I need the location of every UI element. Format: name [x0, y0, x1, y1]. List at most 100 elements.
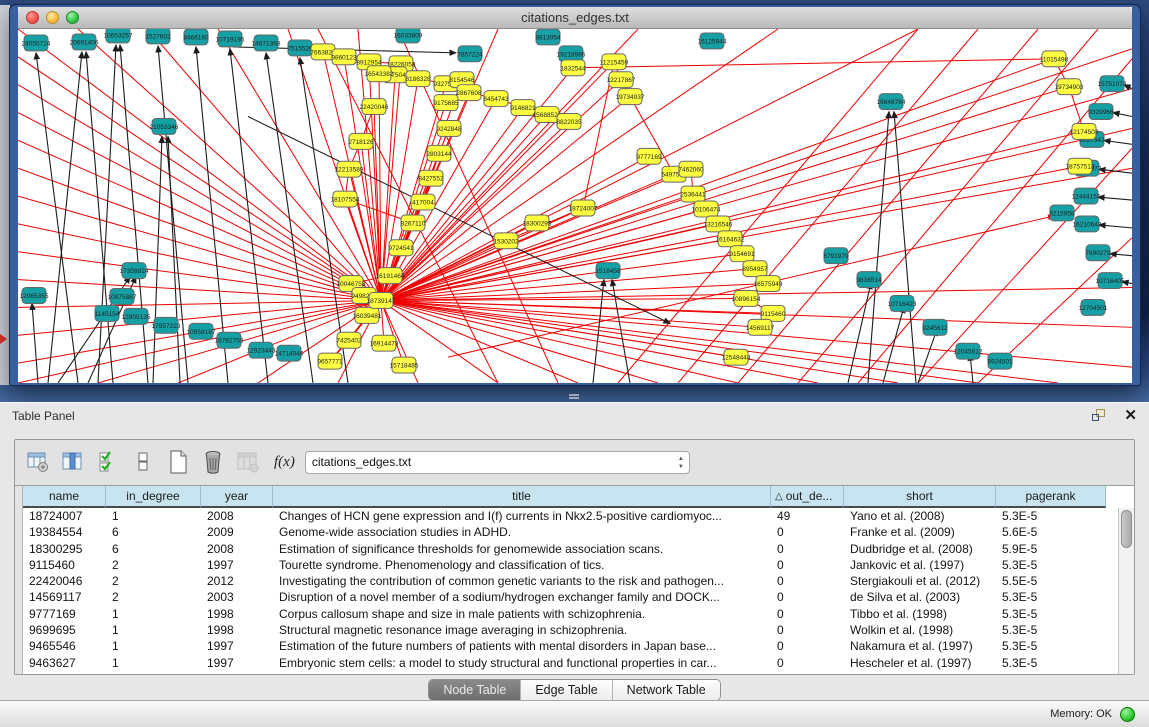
graph-node[interactable]: 9329966: [1088, 104, 1114, 120]
zoom-window-icon[interactable]: [66, 11, 79, 24]
graph-node[interactable]: 7515526: [287, 40, 313, 56]
column-header-pagerank[interactable]: pagerank: [996, 486, 1106, 508]
graph-node[interactable]: 8186328: [405, 71, 431, 87]
graph-node[interactable]: 2867608: [456, 85, 482, 101]
graph-node[interactable]: 8813054: [535, 29, 561, 45]
graph-node[interactable]: 16191464: [376, 268, 405, 284]
memory-ok-indicator-icon[interactable]: [1120, 707, 1135, 722]
graph-node[interactable]: 6791979: [823, 248, 849, 264]
graph-node[interactable]: 11215459: [600, 54, 629, 70]
graph-node[interactable]: 14569117: [746, 319, 775, 335]
float-panel-icon[interactable]: [1092, 409, 1108, 423]
graph-node[interactable]: 7690279: [1085, 245, 1111, 261]
graph-node[interactable]: 15751074: [1098, 76, 1127, 92]
panel-splitter-handle[interactable]: [567, 393, 581, 401]
graph-node[interactable]: 10958187: [187, 323, 216, 339]
graph-node[interactable]: 9245612: [922, 319, 948, 335]
graph-node[interactable]: 9242848: [436, 120, 462, 136]
graph-node[interactable]: 7857224: [457, 46, 483, 62]
column-header-year[interactable]: year: [201, 486, 273, 508]
graph-node[interactable]: 16039481: [353, 307, 382, 323]
show-columns-icon[interactable]: [60, 449, 86, 475]
graph-node[interactable]: 9860123: [331, 49, 357, 65]
graph-node[interactable]: 17359924: [120, 263, 149, 279]
select-rows-icon[interactable]: [95, 449, 121, 475]
delete-table-icon[interactable]: [235, 449, 261, 475]
graph-node[interactable]: 8466160: [183, 29, 209, 45]
graph-node[interactable]: 10716423: [888, 295, 917, 311]
graph-node[interactable]: 16575949: [754, 276, 783, 292]
close-panel-icon[interactable]: ✕: [1124, 409, 1137, 423]
graph-node[interactable]: 18739147: [367, 293, 396, 309]
graph-node[interactable]: 2718126: [348, 133, 374, 149]
graph-node[interactable]: 14714046: [275, 345, 304, 361]
table-row[interactable]: 1830029562008Estimation of significance …: [23, 541, 1116, 557]
window-titlebar[interactable]: citations_edges.txt: [18, 7, 1132, 29]
graph-node[interactable]: 8454743: [483, 91, 509, 107]
graph-node[interactable]: 17957223: [152, 317, 181, 333]
graph-node[interactable]: 10106474: [692, 201, 721, 217]
graph-node[interactable]: 2803144: [426, 145, 452, 161]
graph-node[interactable]: 10896154: [732, 291, 761, 307]
table-row[interactable]: 1938455462009Genome-wide association stu…: [23, 524, 1116, 540]
table-row[interactable]: 911546021997Tourette syndrome. Phenomeno…: [23, 557, 1116, 573]
tab-node-table[interactable]: Node Table: [429, 680, 521, 700]
graph-node[interactable]: 9777169: [636, 148, 662, 164]
graph-node[interactable]: 9657771: [317, 353, 343, 369]
graph-node[interactable]: 13216546: [704, 216, 733, 232]
graph-node[interactable]: 7462060: [678, 161, 704, 177]
trash-icon[interactable]: [200, 449, 226, 475]
column-header-in_degree[interactable]: in_degree: [106, 486, 201, 508]
graph-node[interactable]: 16648784: [877, 94, 906, 110]
graph-node[interactable]: 1145154: [95, 305, 120, 321]
table-row[interactable]: 2242004622012Investigating the contribut…: [23, 573, 1116, 589]
table-options-icon[interactable]: [25, 449, 51, 475]
function-builder-icon[interactable]: f(x): [274, 454, 295, 471]
graph-node[interactable]: 12548444: [722, 349, 751, 365]
graph-node[interactable]: 18300295: [523, 215, 552, 231]
graph-node[interactable]: 8215958: [1049, 205, 1075, 221]
graph-node[interactable]: 12704501: [1079, 299, 1108, 315]
graph-node[interactable]: 1530202: [493, 233, 519, 249]
graph-node[interactable]: 12905135: [122, 308, 151, 324]
graph-node[interactable]: 14671368: [252, 35, 281, 51]
graph-node[interactable]: 11015498: [1040, 51, 1069, 67]
graph-node[interactable]: 12045612: [954, 343, 983, 359]
table-selector-dropdown[interactable]: citations_edges.txt ▲▼: [305, 451, 690, 474]
graph-node[interactable]: 8954957: [742, 261, 768, 277]
table-row[interactable]: 946362711997Embryonic stem cells: a mode…: [23, 655, 1116, 671]
graph-node[interactable]: 12213589: [335, 161, 364, 177]
graph-node[interactable]: 2536441: [680, 186, 706, 202]
graph-node[interactable]: 10716405: [1096, 273, 1125, 289]
network-view-canvas[interactable]: 2405572420691406106532571527602846616010…: [18, 29, 1132, 383]
minimize-window-icon[interactable]: [46, 11, 59, 24]
tab-edge-table[interactable]: Edge Table: [521, 680, 612, 700]
graph-node[interactable]: 18107554: [331, 191, 360, 207]
graph-node[interactable]: 417004: [411, 194, 435, 210]
graph-node[interactable]: 10719195: [216, 31, 245, 47]
table-row[interactable]: 977716911998Corpus callosum shape and si…: [23, 606, 1116, 622]
table-row[interactable]: 969969511998Structural magnetic resonanc…: [23, 622, 1116, 638]
graph-node[interactable]: 18757513: [1066, 158, 1095, 174]
graph-node[interactable]: 20691406: [70, 34, 99, 50]
column-header-short[interactable]: short: [844, 486, 996, 508]
graph-node[interactable]: 8267110: [401, 215, 426, 231]
rows-icon[interactable]: [130, 449, 156, 475]
new-document-icon[interactable]: [165, 449, 191, 475]
graph-node[interactable]: 21053346: [150, 118, 179, 134]
graph-node[interactable]: 16164632: [716, 231, 745, 247]
graph-node[interactable]: 8924501: [987, 353, 1013, 369]
column-header-title[interactable]: title: [273, 486, 771, 508]
column-header-name[interactable]: name: [23, 486, 106, 508]
table-row[interactable]: 946554611997Estimation of the future num…: [23, 638, 1116, 654]
graph-node[interactable]: 16125944: [698, 33, 727, 49]
graph-node[interactable]: 19734903: [1055, 79, 1084, 95]
graph-node[interactable]: 16210643: [1073, 216, 1102, 232]
graph-node[interactable]: 16033809: [394, 29, 423, 43]
graph-node[interactable]: 15718485: [390, 357, 419, 373]
graph-node[interactable]: 16914479: [370, 335, 399, 351]
graph-node[interactable]: 9836514: [856, 272, 882, 288]
graph-node[interactable]: 12217867: [607, 72, 636, 88]
graph-node[interactable]: 10653257: [104, 29, 133, 43]
graph-node[interactable]: 16543382: [365, 66, 394, 82]
